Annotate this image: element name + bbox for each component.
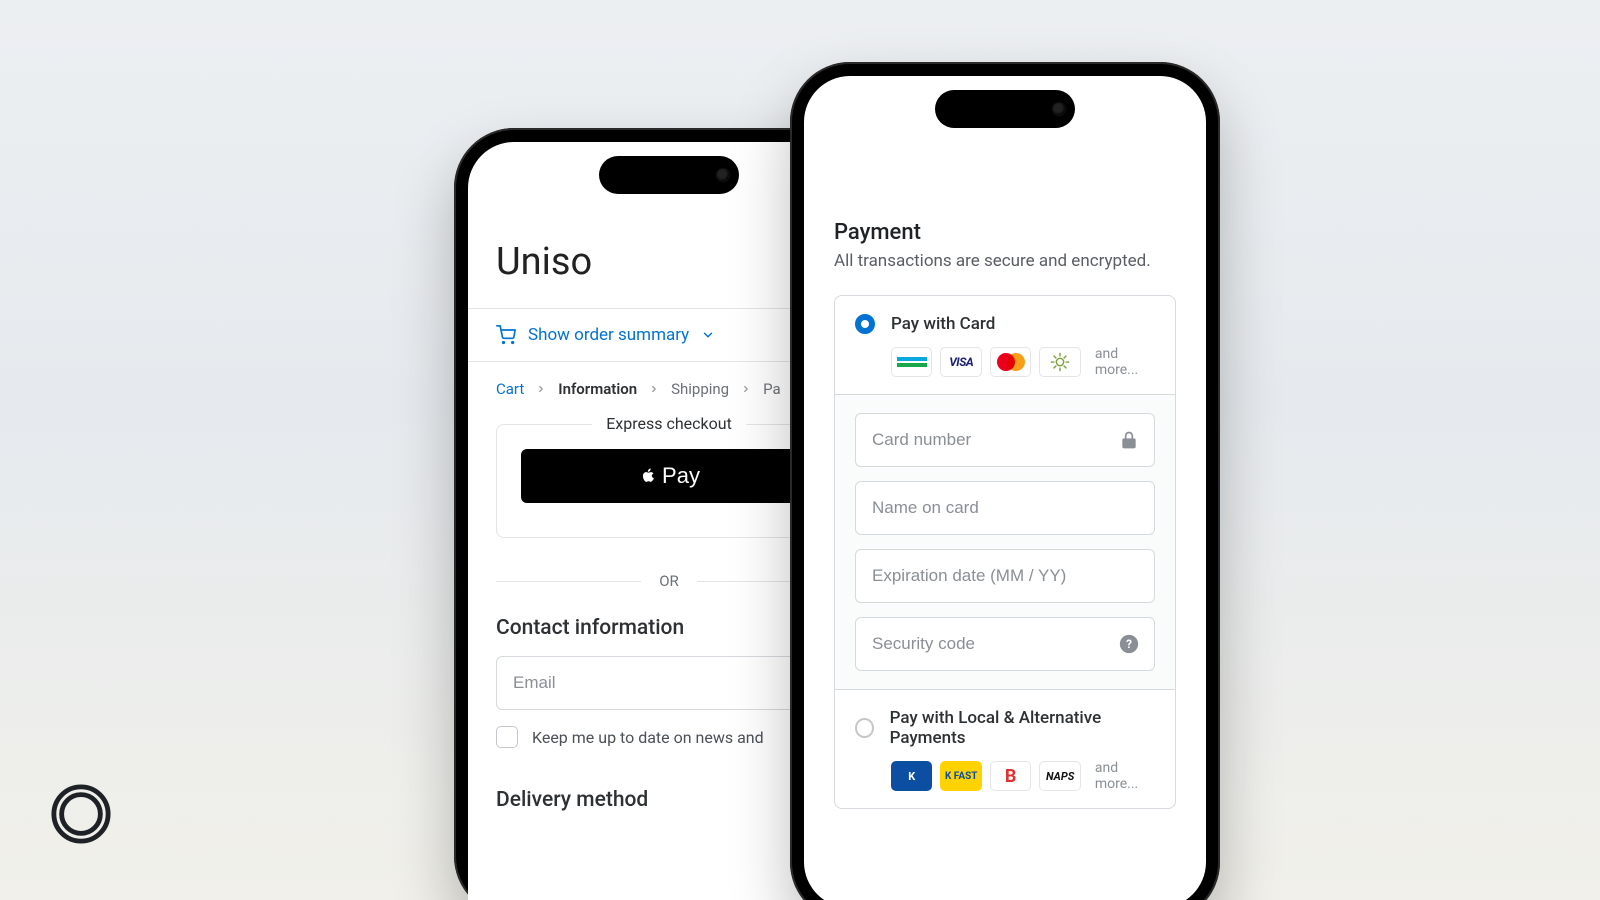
option-pay-with-alt[interactable]: Pay with Local & Alternative Payments K … bbox=[835, 689, 1175, 808]
kfast-icon: K FAST bbox=[940, 761, 981, 791]
express-checkout-label: Express checkout bbox=[592, 414, 746, 433]
expiration-date-field[interactable] bbox=[855, 549, 1155, 603]
chevron-right-icon bbox=[741, 384, 751, 394]
payment-options-group: Pay with Card VISA and more... bbox=[834, 295, 1176, 809]
lock-icon bbox=[1119, 430, 1139, 450]
newsletter-label: Keep me up to date on news and bbox=[532, 728, 764, 747]
knet-icon: K bbox=[891, 761, 932, 791]
help-icon[interactable]: ? bbox=[1119, 634, 1139, 654]
option-pay-with-card-label: Pay with Card bbox=[891, 314, 995, 334]
name-on-card-field[interactable] bbox=[855, 481, 1155, 535]
breadcrumb-payment: Pa bbox=[763, 380, 781, 398]
and-more-label: and more... bbox=[1095, 346, 1155, 378]
chevron-right-icon bbox=[536, 384, 546, 394]
apple-pay-text: Pay bbox=[662, 463, 700, 489]
breadcrumb-information: Information bbox=[558, 380, 637, 398]
breadcrumb-shipping: Shipping bbox=[671, 380, 729, 398]
breadcrumb-cart[interactable]: Cart bbox=[496, 380, 524, 398]
meeza-card-icon bbox=[1039, 347, 1080, 377]
radio-selected-icon bbox=[855, 314, 875, 334]
card-brand-row: VISA and more... bbox=[891, 346, 1155, 378]
payment-heading: Payment bbox=[834, 220, 1176, 245]
card-fields: ? bbox=[835, 394, 1175, 689]
security-code-field[interactable] bbox=[855, 617, 1155, 671]
alt-brand-row: K K FAST B NAPS and more... bbox=[891, 760, 1155, 792]
payment-subheading: All transactions are secure and encrypte… bbox=[834, 251, 1176, 271]
visa-card-icon: VISA bbox=[940, 347, 981, 377]
svg-text:?: ? bbox=[1126, 637, 1132, 651]
show-order-summary-label: Show order summary bbox=[528, 325, 689, 345]
apple-logo-icon bbox=[638, 466, 658, 486]
apple-pay-button[interactable]: Pay bbox=[521, 449, 817, 503]
mada-card-icon bbox=[891, 347, 932, 377]
chevron-right-icon bbox=[649, 384, 659, 394]
option-pay-with-alt-label: Pay with Local & Alternative Payments bbox=[890, 708, 1155, 748]
phone-notch bbox=[935, 90, 1075, 128]
and-more-label: and more... bbox=[1095, 760, 1155, 792]
decorative-ring-logo bbox=[50, 783, 112, 845]
naps-icon: NAPS bbox=[1039, 761, 1080, 791]
radio-unselected-icon bbox=[855, 718, 874, 738]
option-pay-with-card[interactable]: Pay with Card VISA and more... bbox=[835, 296, 1175, 394]
card-number-field[interactable] bbox=[855, 413, 1155, 467]
chevron-down-icon bbox=[701, 328, 715, 342]
or-label: OR bbox=[659, 572, 679, 590]
phone-notch bbox=[599, 156, 739, 194]
newsletter-checkbox[interactable] bbox=[496, 726, 518, 748]
mastercard-icon bbox=[990, 347, 1031, 377]
phone-mockup-right: Payment All transactions are secure and … bbox=[790, 62, 1220, 900]
benefit-icon: B bbox=[990, 761, 1031, 791]
cart-icon bbox=[496, 325, 516, 345]
